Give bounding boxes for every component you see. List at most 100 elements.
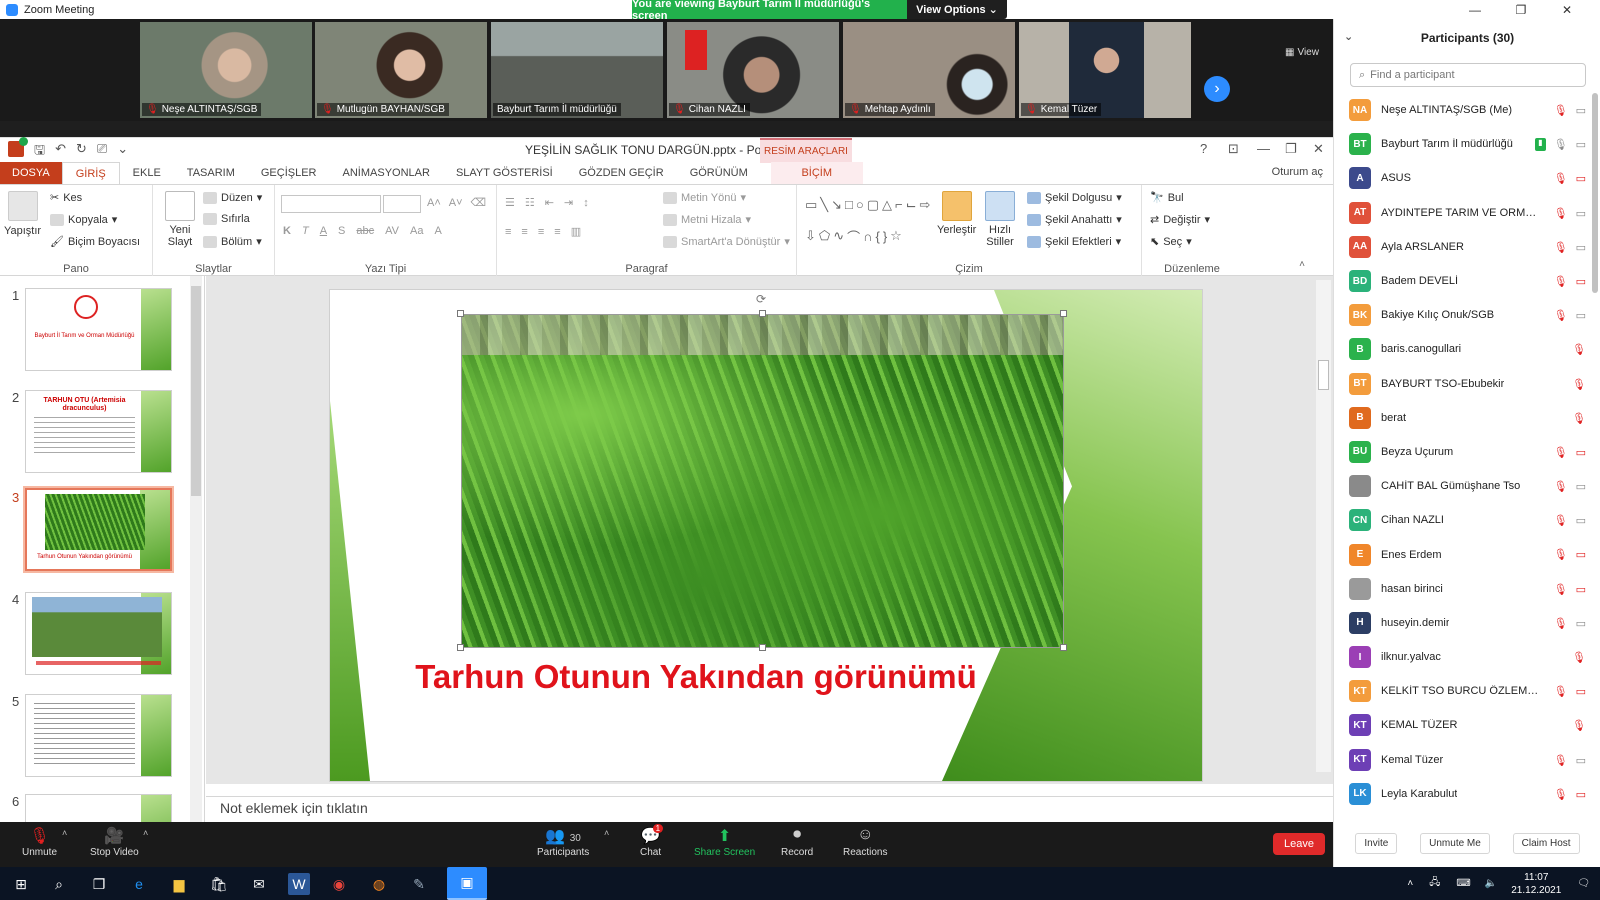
justify-icon[interactable]: ≡ xyxy=(554,226,560,238)
participant-row[interactable]: E Enes Erdem 🎙 ▭ xyxy=(1334,537,1594,571)
invite-button[interactable]: Invite xyxy=(1355,832,1398,854)
search-icon[interactable]: ⌕ xyxy=(48,873,70,895)
video-tile-4[interactable]: 🎙 Cihan NAZLI xyxy=(667,22,839,118)
tab-slideshow[interactable]: SLAYT GÖSTERİSİ xyxy=(443,162,566,184)
copy-button[interactable]: Kopyala ▾ xyxy=(50,213,117,226)
participant-row[interactable]: NA Neşe ALTINTAŞ/SGB (Me) 🎙 ▭ xyxy=(1334,93,1594,127)
shape-outline-button[interactable]: Şekil Anahattı ▾ xyxy=(1027,213,1122,226)
word-icon[interactable]: W xyxy=(288,873,310,895)
volume-icon[interactable]: 🔈 xyxy=(1485,878,1497,889)
ppt-restore-icon[interactable]: ❐ xyxy=(1285,141,1297,157)
slide-thumbnail-5[interactable] xyxy=(25,694,172,777)
resize-handle[interactable] xyxy=(759,310,766,317)
font-size-dropdown[interactable] xyxy=(383,195,421,213)
network-icon[interactable]: 🖧 xyxy=(1429,875,1440,892)
participant-row[interactable]: Bberat 🎙 xyxy=(1334,401,1594,435)
new-slide-button[interactable]: Yeni Slayt xyxy=(161,191,199,248)
format-painter-button[interactable]: 🖌 Biçim Boyacısı xyxy=(50,235,140,249)
rotate-handle-icon[interactable]: ⟳ xyxy=(756,292,766,306)
video-tile-1[interactable]: 🎙 Neşe ALTINTAŞ/SGB xyxy=(140,22,312,118)
ppt-close-icon[interactable]: ✕ xyxy=(1313,141,1324,157)
participant-row[interactable]: AA Ayla ARSLANER 🎙 ▭ xyxy=(1334,230,1594,264)
mail-icon[interactable]: ✉ xyxy=(248,873,270,895)
participant-search-input[interactable]: ⌕ Find a participant xyxy=(1350,63,1586,87)
arrange-button[interactable]: Yerleştir xyxy=(937,191,976,236)
font-color-button[interactable]: A xyxy=(434,225,441,237)
reactions-button[interactable]: ☺ Reactions xyxy=(843,826,887,858)
quick-styles-button[interactable]: Hızlı Stiller xyxy=(982,191,1018,248)
shadow-button[interactable]: S xyxy=(338,225,345,237)
collapse-ribbon-icon[interactable]: ˄ xyxy=(1299,259,1305,270)
bullets-icon[interactable]: ☰ xyxy=(505,196,515,209)
decrease-indent-icon[interactable]: ⇤ xyxy=(545,196,554,209)
char-spacing-button[interactable]: AV xyxy=(385,225,399,237)
participant-row[interactable]: A ASUS 🎙 ▭ xyxy=(1334,161,1594,195)
tab-animations[interactable]: ANİMASYONLAR xyxy=(330,162,443,184)
video-tile-3[interactable]: Bayburt Tarım İl müdürlüğü xyxy=(491,22,663,118)
notifications-icon[interactable]: 🗨 xyxy=(1577,878,1590,889)
decrease-font-icon[interactable]: A˅ xyxy=(449,197,463,209)
participant-row[interactable]: BT Bayburt Tarım İl müdürlüğü ▮ 🎙 ▭ xyxy=(1334,127,1594,161)
align-left-icon[interactable]: ≡ xyxy=(505,226,511,238)
text-direction-button[interactable]: Metin Yönü ▾ xyxy=(663,191,746,204)
video-tile-5[interactable]: 🎙 Mehtap Aydınlı xyxy=(843,22,1015,118)
tab-insert[interactable]: EKLE xyxy=(120,162,174,184)
tab-format[interactable]: BİÇİM xyxy=(770,162,863,184)
slide-thumbnail-3[interactable]: Tarhun Otunun Yakından görünümü xyxy=(23,486,174,573)
participant-row[interactable]: Iilknur.yalvac 🎙 xyxy=(1334,640,1594,674)
resize-handle[interactable] xyxy=(759,644,766,651)
video-tile-2[interactable]: 🎙 Mutlugün BAYHAN/SGB xyxy=(315,22,487,118)
tab-design[interactable]: TASARIM xyxy=(174,162,248,184)
tray-chevron-icon[interactable]: ˄ xyxy=(1407,878,1413,889)
slide-caption[interactable]: Tarhun Otunun Yakından görünümü xyxy=(330,658,1062,696)
columns-icon[interactable]: ▥ xyxy=(571,225,581,238)
shape-fill-button[interactable]: Şekil Dolgusu ▾ xyxy=(1027,191,1122,204)
participants-chevron-icon[interactable]: ˄ xyxy=(604,828,609,838)
stop-video-button[interactable]: 🎥 Stop Video xyxy=(90,826,139,858)
participants-button[interactable]: 👥 30 Participants xyxy=(537,826,589,858)
slide-thumbnail-6[interactable] xyxy=(25,794,172,822)
thumbnails-scrollbar[interactable] xyxy=(190,276,202,822)
replace-button[interactable]: ⇄ Değiştir ▾ xyxy=(1150,213,1210,227)
leave-button[interactable]: Leave xyxy=(1273,833,1325,855)
participant-row[interactable]: KT Kemal Tüzer 🎙 ▭ xyxy=(1334,743,1594,777)
sign-in-link[interactable]: Oturum aç xyxy=(1272,166,1323,178)
strikethrough-button[interactable]: abc xyxy=(356,225,374,237)
participant-row[interactable]: KT KEMAL TÜZER 🎙 xyxy=(1334,708,1594,742)
participant-row[interactable]: BU Beyza Uçurum 🎙 ▭ xyxy=(1334,435,1594,469)
participant-row[interactable]: Hhuseyin.demir 🎙 ▭ xyxy=(1334,606,1594,640)
resize-handle[interactable] xyxy=(457,644,464,651)
participant-row[interactable]: KT KELKİT TSO BURCU ÖZLEM SU... 🎙 ▭ xyxy=(1334,674,1594,708)
unmute-button[interactable]: 🎙 Unmute xyxy=(22,826,57,858)
change-case-button[interactable]: Aa xyxy=(410,225,423,237)
windows-start-icon[interactable]: ⊞ xyxy=(10,873,32,895)
paste-button[interactable]: Yapıştır xyxy=(4,191,41,237)
bold-button[interactable]: K xyxy=(283,225,291,237)
maximize-icon[interactable]: ❐ xyxy=(1498,0,1544,19)
smartart-button[interactable]: SmartArt'a Dönüştür ▾ xyxy=(663,235,790,248)
font-name-dropdown[interactable] xyxy=(281,195,381,213)
line-spacing-icon[interactable]: ↕ xyxy=(583,197,589,209)
share-screen-button[interactable]: ⬆ Share Screen xyxy=(694,826,755,858)
chat-button[interactable]: 💬 1 Chat xyxy=(640,824,664,858)
participant-row[interactable]: BK Bakiye Kılıç Onuk/SGB 🎙 ▭ xyxy=(1334,298,1594,332)
increase-font-icon[interactable]: A˄ xyxy=(427,197,441,209)
video-options-chevron-icon[interactable]: ˄ xyxy=(143,828,148,838)
numbering-icon[interactable]: ☷ xyxy=(525,196,535,209)
close-icon[interactable]: ✕ xyxy=(1544,0,1590,19)
tab-view[interactable]: GÖRÜNÜM xyxy=(677,162,761,184)
zoom-taskbar-icon[interactable]: ▣ xyxy=(447,867,487,900)
select-button[interactable]: ⬉ Seç ▾ xyxy=(1150,235,1192,249)
resize-handle[interactable] xyxy=(1060,310,1067,317)
italic-button[interactable]: T xyxy=(302,225,309,237)
firefox-icon[interactable]: ◍ xyxy=(368,873,390,895)
align-center-icon[interactable]: ≡ xyxy=(521,226,527,238)
participant-row[interactable]: CN Cihan NAZLI 🎙 ▭ xyxy=(1334,503,1594,537)
chevron-down-icon[interactable]: ⌄ xyxy=(1344,30,1353,43)
underline-button[interactable]: A xyxy=(320,225,327,237)
slide-thumbnail-2[interactable]: TARHUN OTU (Artemisia dracunculus) xyxy=(25,390,172,473)
slide-thumbnail-4[interactable] xyxy=(25,592,172,675)
store-icon[interactable]: 🛍 xyxy=(208,873,230,895)
participant-row[interactable]: AT AYDINTEPE TARIM VE ORMAN ... 🎙 ▭ xyxy=(1334,196,1594,230)
help-icon[interactable]: ? xyxy=(1200,141,1207,156)
